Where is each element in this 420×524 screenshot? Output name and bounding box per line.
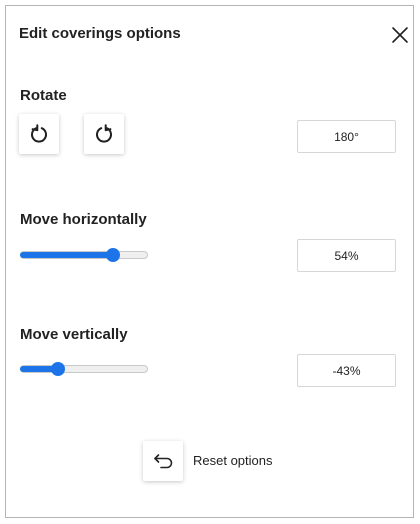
undo-arrow-icon [154,454,173,469]
move-vertically-value-field[interactable]: -43% [297,354,396,387]
move-vertically-label: Move vertically [20,326,128,343]
rotate-counterclockwise-icon [31,124,47,143]
dialog-title: Edit coverings options [19,25,181,42]
move-horizontally-value: 54% [334,248,359,263]
move-vertically-value: -43% [332,363,361,378]
slider-thumb[interactable] [51,362,65,376]
move-vertically-slider[interactable] [20,361,148,377]
rotate-value-field[interactable]: 180° [297,120,396,153]
close-icon [392,27,408,43]
rotate-clockwise-icon [96,124,112,143]
move-horizontally-value-field[interactable]: 54% [297,239,396,272]
move-horizontally-label: Move horizontally [20,211,147,228]
edit-coverings-dialog: Edit coverings options Rotate 180° Move … [5,5,414,518]
rotate-left-button[interactable] [19,114,59,154]
reset-options-button[interactable] [143,441,183,481]
slider-thumb[interactable] [106,248,120,262]
reset-options-label[interactable]: Reset options [193,453,273,468]
close-button[interactable] [391,26,409,44]
slider-fill [20,252,113,258]
rotate-label: Rotate [20,87,67,104]
move-horizontally-slider[interactable] [20,247,148,263]
rotate-right-button[interactable] [84,114,124,154]
rotate-value: 180° [334,129,359,144]
